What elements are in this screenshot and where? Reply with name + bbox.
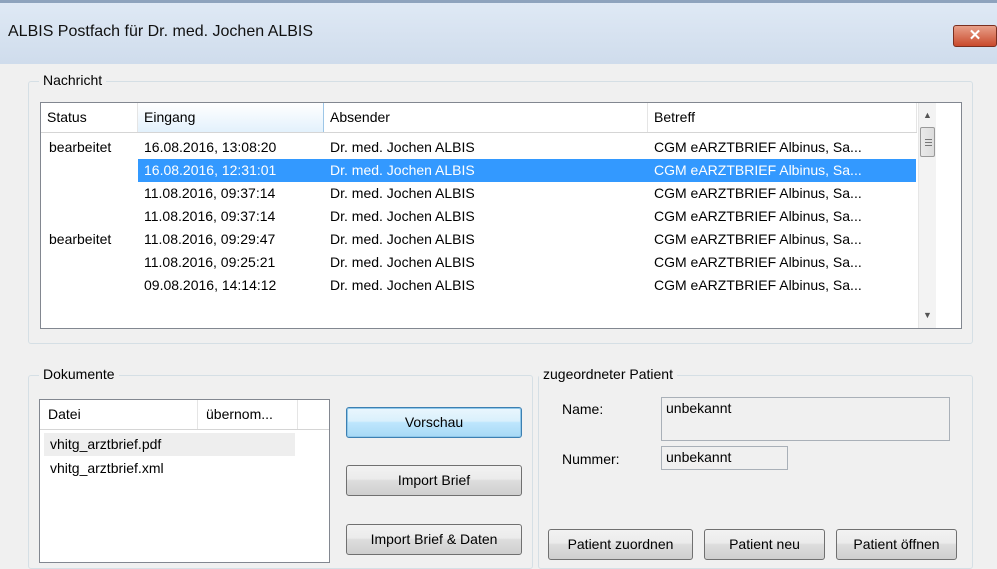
- cell-status: [49, 159, 138, 182]
- import-letter-button[interactable]: Import Brief: [346, 465, 522, 496]
- documents-group-label: Dokumente: [39, 366, 119, 382]
- patient-name-field: unbekannt: [661, 397, 950, 441]
- cell-absender: Dr. med. Jochen ALBIS: [330, 254, 475, 270]
- cell-eingang: 09.08.2016, 14:14:12: [144, 277, 277, 293]
- preview-button[interactable]: Vorschau: [346, 407, 522, 438]
- cell-eingang: 11.08.2016, 09:25:21: [144, 254, 276, 270]
- message-row[interactable]: 11.08.2016, 09:25:21 Dr. med. Jochen ALBI…: [41, 251, 917, 274]
- patient-group-label: zugeordneter Patient: [539, 366, 677, 382]
- document-filename: vhitg_arztbrief.xml: [50, 460, 164, 476]
- message-row[interactable]: bearbeitet 11.08.2016, 09:29:47 Dr. med. J…: [41, 228, 917, 251]
- message-row[interactable]: 11.08.2016, 09:37:14 Dr. med. Jochen ALBI…: [41, 182, 917, 205]
- column-header-betreff[interactable]: Betreff: [648, 103, 917, 132]
- new-patient-button[interactable]: Patient neu: [704, 529, 825, 560]
- scroll-up-icon[interactable]: ▲: [919, 107, 936, 124]
- column-header-uebernommen[interactable]: übernom...: [198, 400, 298, 429]
- assign-patient-button[interactable]: Patient zuordnen: [548, 529, 693, 560]
- message-list-scrollbar[interactable]: ▲ ▼: [918, 103, 936, 328]
- cell-status: bearbeitet: [49, 231, 112, 247]
- message-row[interactable]: 11.08.2016, 09:37:14 Dr. med. Jochen ALBI…: [41, 205, 917, 228]
- documents-list-header: Datei übernom...: [40, 400, 329, 430]
- cell-absender: Dr. med. Jochen ALBIS: [330, 185, 475, 201]
- patient-group: zugeordneter Patient Name: unbekannt Num…: [538, 366, 973, 569]
- cell-betreff: CGM eARZTBRIEF Albinus, Sa...: [654, 231, 862, 247]
- documents-list[interactable]: Datei übernom... vhitg_arztbrief.pdfvhit…: [39, 399, 330, 563]
- cell-status: [49, 274, 138, 297]
- document-row[interactable]: vhitg_arztbrief.pdf: [44, 433, 295, 456]
- documents-group: Dokumente Datei übernom... vhitg_arztbri…: [28, 366, 533, 569]
- cell-absender: Dr. med. Jochen ALBIS: [330, 231, 475, 247]
- close-icon: ✕: [968, 27, 982, 44]
- mailbox-window: ALBIS Postfach für Dr. med. Jochen ALBIS…: [0, 0, 997, 569]
- column-header-eingang[interactable]: Eingang: [138, 103, 324, 132]
- close-button[interactable]: ✕: [953, 25, 997, 47]
- message-row[interactable]: 09.08.2016, 14:14:12 Dr. med. Jochen ALBI…: [41, 274, 917, 297]
- message-row[interactable]: bearbeitet 16.08.2016, 13:08:20 Dr. med. J…: [41, 136, 917, 159]
- cell-eingang: 11.08.2016, 09:37:14: [144, 208, 276, 224]
- cell-betreff: CGM eARZTBRIEF Albinus, Sa...: [654, 277, 862, 293]
- cell-betreff: CGM eARZTBRIEF Albinus, Sa...: [654, 208, 862, 224]
- message-row[interactable]: 16.08.2016, 12:31:01 Dr. med. Jochen ALBI…: [138, 159, 916, 182]
- cell-betreff: CGM eARZTBRIEF Albinus, Sa...: [654, 185, 862, 201]
- cell-betreff: CGM eARZTBRIEF Albinus, Sa...: [654, 139, 862, 155]
- import-letter-data-button[interactable]: Import Brief & Daten: [346, 524, 522, 555]
- message-group: Nachricht Status Eingang Absender Betref…: [28, 72, 973, 344]
- message-list[interactable]: Status Eingang Absender Betreff bearbeit…: [40, 102, 962, 329]
- cell-absender: Dr. med. Jochen ALBIS: [330, 208, 475, 224]
- scroll-down-icon[interactable]: ▼: [919, 307, 936, 324]
- cell-status: bearbeitet: [49, 139, 112, 155]
- cell-eingang: 16.08.2016, 13:08:20: [144, 139, 277, 155]
- cell-betreff: CGM eARZTBRIEF Albinus, Sa...: [654, 162, 862, 178]
- cell-eingang: 11.08.2016, 09:29:47: [144, 231, 276, 247]
- cell-eingang: 11.08.2016, 09:37:14: [144, 185, 276, 201]
- column-header-datei[interactable]: Datei: [40, 400, 198, 429]
- message-list-header: Status Eingang Absender Betreff: [41, 103, 917, 133]
- dialog-client-area: Nachricht Status Eingang Absender Betref…: [0, 64, 997, 569]
- cell-status: [49, 182, 138, 205]
- message-group-label: Nachricht: [39, 72, 107, 88]
- open-patient-button[interactable]: Patient öffnen: [836, 529, 957, 560]
- cell-absender: Dr. med. Jochen ALBIS: [330, 277, 475, 293]
- cell-absender: Dr. med. Jochen ALBIS: [330, 139, 475, 155]
- document-filename: vhitg_arztbrief.pdf: [50, 436, 162, 452]
- patient-number-label: Nummer:: [562, 451, 620, 467]
- cell-status: [49, 251, 138, 274]
- cell-status: [49, 205, 138, 228]
- title-bar[interactable]: ALBIS Postfach für Dr. med. Jochen ALBIS…: [0, 0, 997, 64]
- cell-absender: Dr. med. Jochen ALBIS: [330, 162, 475, 178]
- patient-number-field: unbekannt: [661, 446, 788, 470]
- column-header-absender[interactable]: Absender: [324, 103, 648, 132]
- cell-betreff: CGM eARZTBRIEF Albinus, Sa...: [654, 254, 862, 270]
- cell-eingang: 16.08.2016, 12:31:01: [144, 162, 277, 178]
- window-title: ALBIS Postfach für Dr. med. Jochen ALBIS: [8, 23, 314, 40]
- column-header-status[interactable]: Status: [41, 103, 138, 132]
- scrollbar-thumb[interactable]: [920, 127, 935, 157]
- document-row[interactable]: vhitg_arztbrief.xml: [44, 457, 295, 480]
- patient-name-label: Name:: [562, 401, 604, 417]
